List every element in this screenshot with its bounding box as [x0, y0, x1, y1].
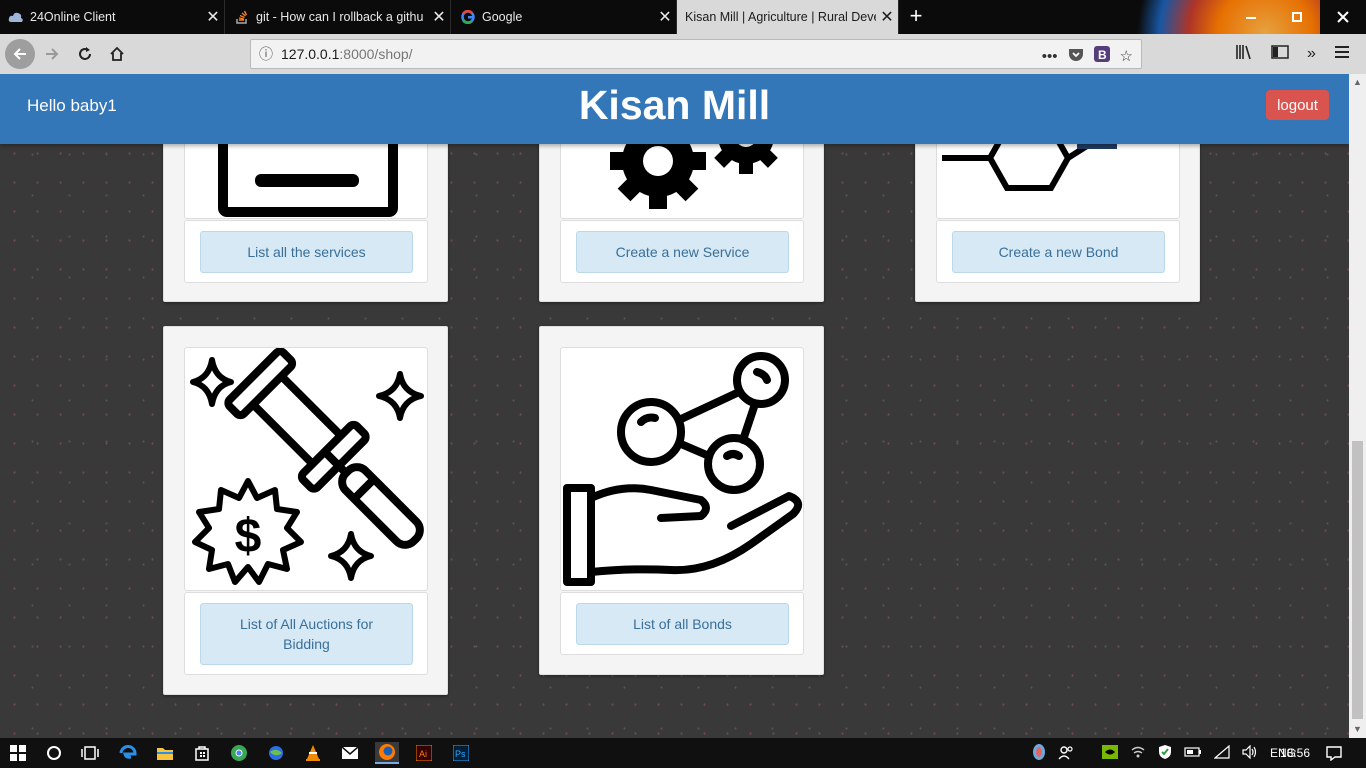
list-auctions-button[interactable]: List of All Auctions for Bidding: [200, 603, 413, 665]
hand-molecule-icon: [560, 347, 804, 591]
notifications-icon[interactable]: [1322, 742, 1346, 764]
people-icon[interactable]: [1058, 744, 1074, 763]
browser-toolbar: ⓘ 127.0.0.1:8000/shop/ ••• B ☆ »: [0, 34, 1366, 74]
svg-text:Ai: Ai: [419, 749, 427, 759]
bootstrap-extension-icon[interactable]: B: [1093, 46, 1110, 66]
restore-icon[interactable]: [1274, 0, 1320, 34]
scroll-down-icon[interactable]: ▼: [1349, 721, 1366, 738]
svg-text:$: $: [235, 510, 262, 563]
app-globe-icon[interactable]: [264, 742, 288, 764]
overflow-chevron-icon[interactable]: »: [1307, 45, 1316, 63]
windows-taskbar: Ai Ps ENG 18:56: [0, 738, 1366, 768]
search-circle-icon[interactable]: [42, 742, 66, 764]
svg-text:B: B: [1098, 48, 1107, 62]
auction-gavel-icon: $: [184, 347, 428, 591]
list-services-button[interactable]: List all the services: [200, 231, 413, 273]
tab-title: 24Online Client: [30, 10, 116, 24]
minimize-icon[interactable]: [1228, 0, 1274, 34]
card-button-area: List of All Auctions for Bidding: [184, 592, 428, 675]
reload-icon[interactable]: [70, 39, 100, 69]
cloud-icon: [8, 9, 24, 25]
url-path: :8000/shop/: [339, 46, 413, 62]
firefox-taskbar-icon[interactable]: [375, 742, 399, 764]
close-tab-icon[interactable]: ✕: [202, 7, 224, 27]
url-host: 127.0.0.1: [281, 46, 340, 62]
system-tray: ENG: [1032, 738, 1296, 768]
photoshop-icon[interactable]: Ps: [449, 742, 473, 764]
svg-text:Ps: Ps: [455, 749, 466, 759]
mail-icon[interactable]: [338, 742, 362, 764]
nvidia-icon[interactable]: [1102, 744, 1118, 762]
task-view-icon[interactable]: [78, 742, 102, 764]
bookmark-star-icon[interactable]: ☆: [1120, 47, 1133, 65]
tab-title: git - How can I rollback a githu: [256, 10, 424, 24]
tab-title: Kisan Mill | Agriculture | Rural Deve: [685, 10, 876, 24]
google-icon: [460, 9, 476, 25]
clock[interactable]: 18:56: [1280, 738, 1310, 768]
hamburger-menu-icon[interactable]: [1334, 45, 1350, 64]
edge-browser-icon[interactable]: [116, 742, 140, 764]
card-button-area: List all the services: [184, 220, 428, 283]
vlc-icon[interactable]: [301, 742, 325, 764]
browser-tab-strip: 24Online Client ✕ git - How can I rollba…: [0, 0, 1366, 75]
create-service-button[interactable]: Create a new Service: [576, 231, 789, 273]
close-tab-icon[interactable]: ✕: [876, 7, 898, 27]
page-scrollbar[interactable]: ▲ ▼: [1349, 74, 1366, 738]
browser-tab[interactable]: git - How can I rollback a githu ✕: [226, 0, 451, 34]
logout-button[interactable]: logout: [1266, 90, 1329, 120]
site-brand[interactable]: Kisan Mill: [0, 82, 1349, 129]
illustrator-icon[interactable]: Ai: [412, 742, 436, 764]
defender-shield-icon[interactable]: [1158, 744, 1172, 763]
address-bar[interactable]: ⓘ 127.0.0.1:8000/shop/ ••• B ☆: [250, 39, 1142, 69]
close-tab-icon[interactable]: ✕: [428, 7, 450, 27]
close-window-icon[interactable]: [1320, 0, 1366, 34]
card-bonds-list: List of all Bonds: [539, 326, 824, 675]
card-button-area: Create a new Bond: [936, 220, 1180, 283]
card-auctions-list: $ List of All Auctions for Bidding: [163, 326, 448, 695]
close-tab-icon[interactable]: ✕: [654, 7, 676, 27]
browser-tab[interactable]: 24Online Client ✕: [0, 0, 225, 34]
file-explorer-icon[interactable]: [153, 742, 177, 764]
network-icon[interactable]: [1213, 744, 1230, 762]
cortana-avatar-icon[interactable]: [1032, 743, 1046, 764]
store-icon[interactable]: [190, 742, 214, 764]
page-actions-icon[interactable]: •••: [1042, 48, 1058, 65]
list-bonds-button[interactable]: List of all Bonds: [576, 603, 789, 645]
wifi-off-icon[interactable]: [1130, 745, 1146, 762]
forward-arrow-icon[interactable]: [37, 39, 67, 69]
create-bond-button[interactable]: Create a new Bond: [952, 231, 1165, 273]
browser-tab-active[interactable]: Kisan Mill | Agriculture | Rural Deve ✕: [677, 0, 899, 34]
volume-icon[interactable]: [1242, 744, 1258, 762]
card-button-area: List of all Bonds: [560, 592, 804, 655]
home-icon[interactable]: [102, 39, 132, 69]
windows-start-icon[interactable]: [6, 742, 30, 764]
scrollbar-thumb[interactable]: [1352, 441, 1363, 719]
info-icon[interactable]: ⓘ: [251, 44, 281, 64]
library-icon[interactable]: [1235, 44, 1253, 65]
browser-tab[interactable]: Google ✕: [452, 0, 677, 34]
site-header: Hello baby1 Kisan Mill logout: [0, 74, 1349, 144]
sidebar-icon[interactable]: [1271, 44, 1289, 65]
pocket-icon[interactable]: [1068, 47, 1084, 66]
scroll-up-icon[interactable]: ▲: [1349, 74, 1366, 91]
back-arrow-icon[interactable]: [5, 39, 35, 69]
tab-title: Google: [482, 10, 523, 24]
battery-icon[interactable]: [1184, 746, 1202, 760]
chrome-icon[interactable]: [227, 742, 251, 764]
new-tab-icon[interactable]: +: [903, 4, 929, 30]
card-button-area: Create a new Service: [560, 220, 804, 283]
page-viewport: Hello baby1 Kisan Mill logout List all t…: [0, 74, 1349, 738]
stackoverflow-icon: [234, 9, 250, 25]
